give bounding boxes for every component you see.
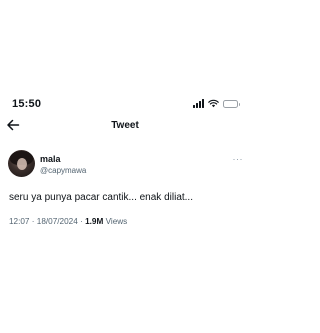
nav-bar: Tweet <box>0 114 250 138</box>
meta-separator: · <box>31 217 35 226</box>
wifi-icon <box>208 99 219 108</box>
status-icons <box>193 99 240 108</box>
status-time: 15:50 <box>12 98 42 110</box>
signal-icon <box>193 99 204 108</box>
status-bar: 15:50 <box>0 0 250 110</box>
battery-icon <box>223 99 240 108</box>
tweet-meta: 12:07 · 18/07/2024 · 1.9M Views <box>9 217 127 226</box>
display-name[interactable]: mala <box>40 154 61 164</box>
tweet-date: 18/07/2024 <box>36 217 78 226</box>
tweet-text: seru ya punya pacar cantik... enak dilia… <box>9 192 193 203</box>
views-count[interactable]: 1.9M <box>85 217 103 226</box>
more-options-button[interactable]: ··· <box>233 154 244 164</box>
page-title: Tweet <box>111 120 139 131</box>
user-handle[interactable]: @capymawa <box>40 166 86 175</box>
meta-separator: · <box>80 217 83 226</box>
views-label: Views <box>105 217 128 226</box>
avatar[interactable] <box>8 150 35 177</box>
tweet-time: 12:07 <box>9 217 30 226</box>
